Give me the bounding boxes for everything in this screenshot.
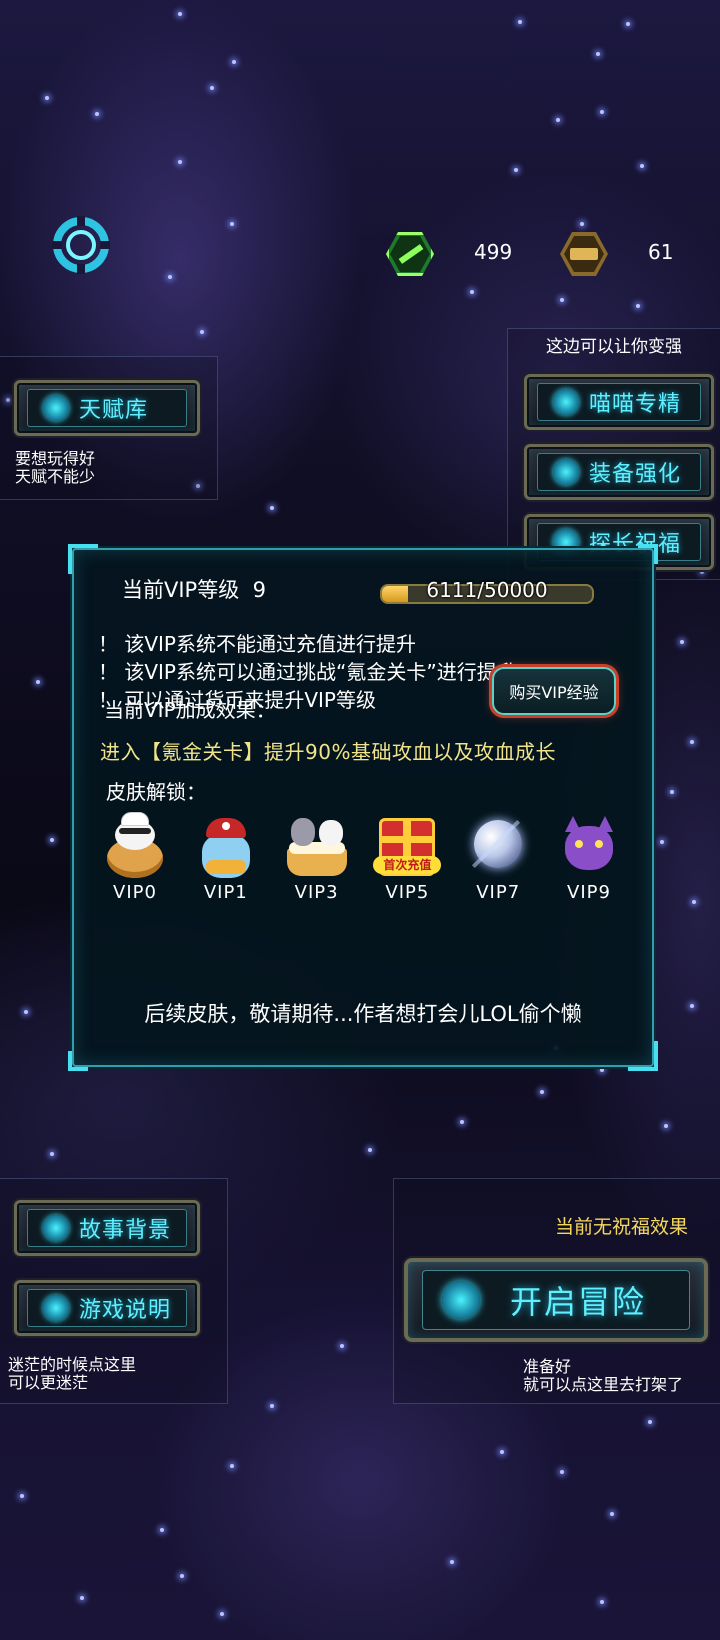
skins-title: 皮肤解锁： [106, 780, 206, 804]
skin-vip3[interactable]: VIP3 [274, 812, 360, 903]
lightbulb-icon [43, 1295, 69, 1321]
vip-rule-1: ！ 该VIP系统不能通过充值进行提升 [98, 632, 416, 656]
chef-cat-bun-icon [101, 812, 169, 880]
vip-level-label: 当前VIP等级 [122, 578, 240, 602]
future-skins-note: 后续皮肤，敬请期待...作者想打会儿LOL偷个懒 [144, 1002, 582, 1026]
bonus-text: 进入【氪金关卡】提升90%基础攻血以及攻血成长 [100, 740, 556, 764]
meow-mastery-label: 喵喵专精 [589, 392, 682, 417]
upgrade-panel-title: 这边可以让你变强 [546, 337, 682, 357]
settings-ring-button[interactable] [50, 214, 112, 276]
meow-mastery-button[interactable]: 喵喵专精 [524, 374, 714, 430]
cats-in-cake-icon [283, 812, 351, 880]
brain-icon [43, 1215, 69, 1241]
pirate-cat-icon [192, 812, 260, 880]
first-recharge-badge: 首次充值 [373, 856, 442, 874]
syringe-hex-icon [386, 232, 434, 276]
skin-vip5[interactable]: 首次充值 VIP5 [364, 812, 450, 903]
skin-vip1-label: VIP1 [203, 882, 248, 903]
settings-ring-icon [52, 216, 110, 274]
game-guide-label: 游戏说明 [79, 1298, 172, 1323]
talent-note-line2: 天赋不能少 [15, 467, 96, 486]
adventure-note-line1: 准备好 [523, 1357, 572, 1376]
equipment-enhance-label: 装备强化 [589, 462, 682, 487]
skin-vip3-label: VIP3 [294, 882, 339, 903]
blessing-status: 当前无祝福效果 [555, 1216, 689, 1238]
skin-list: VIP0 VIP1 VIP3 首次充值 VIP5 VIP7 VIP9 [92, 812, 632, 903]
skin-vip9-label: VIP9 [567, 882, 611, 903]
start-adventure-button[interactable]: 开启冒险 [404, 1258, 708, 1342]
vip-rule-2: ！ 该VIP系统可以通过挑战“氪金关卡”进行提升 [98, 660, 517, 684]
start-adventure-label: 开启冒险 [510, 1283, 647, 1321]
skin-vip9[interactable]: VIP9 [546, 812, 632, 903]
ticket-hex-icon [560, 232, 608, 276]
cat-head-icon [553, 389, 579, 415]
first-recharge-gift-icon: 首次充值 [373, 812, 442, 880]
skin-vip1[interactable]: VIP1 [183, 812, 269, 903]
talent-note-line1: 要想玩得好 [15, 449, 96, 468]
bonus-title: 当前VIP加成效果： [104, 698, 276, 722]
crystal-orb-icon [464, 812, 532, 880]
vip-progress-text: 6111/50000 [426, 578, 548, 602]
buy-vip-exp-button[interactable]: 购买VIP经验 [492, 667, 616, 715]
guide-note: 迷茫的时候点这里 可以更迷茫 [8, 1356, 136, 1392]
game-guide-button[interactable]: 游戏说明 [14, 1280, 200, 1336]
skin-vip7[interactable]: VIP7 [455, 812, 541, 903]
gear-spike-icon [553, 459, 579, 485]
satellite-icon [442, 1281, 480, 1319]
vip-level: 当前VIP等级 9 [122, 574, 266, 604]
purple-devil-cat-icon [555, 812, 623, 880]
talent-library-button[interactable]: 天赋库 [14, 380, 200, 436]
skin-vip7-label: VIP7 [476, 882, 521, 903]
gold-currency-value: 61 [648, 240, 674, 264]
equipment-enhance-button[interactable]: 装备强化 [524, 444, 714, 500]
guide-note-line1: 迷茫的时候点这里 [8, 1355, 137, 1374]
guide-note-line2: 可以更迷茫 [8, 1373, 89, 1392]
story-background-button[interactable]: 故事背景 [14, 1200, 200, 1256]
vip-dialog: 当前VIP等级 9 6111/50000 ！ 该VIP系统不能通过充值进行提升 … [68, 544, 658, 1071]
green-currency: 499 [386, 230, 526, 278]
skin-vip0[interactable]: VIP0 [92, 812, 178, 903]
gold-currency: 61 [560, 230, 690, 278]
skin-vip5-label: VIP5 [385, 882, 430, 903]
planet-icon [43, 395, 69, 421]
adventure-note-line2: 就可以点这里去打架了 [523, 1375, 684, 1394]
story-background-label: 故事背景 [79, 1218, 172, 1243]
vip-level-value: 9 [252, 578, 266, 602]
skin-vip0-label: VIP0 [113, 882, 157, 903]
green-currency-value: 499 [474, 240, 513, 264]
talent-note: 要想玩得好 天赋不能少 [15, 450, 95, 486]
talent-library-label: 天赋库 [79, 398, 149, 423]
adventure-note: 准备好 就可以点这里去打架了 [523, 1358, 683, 1394]
